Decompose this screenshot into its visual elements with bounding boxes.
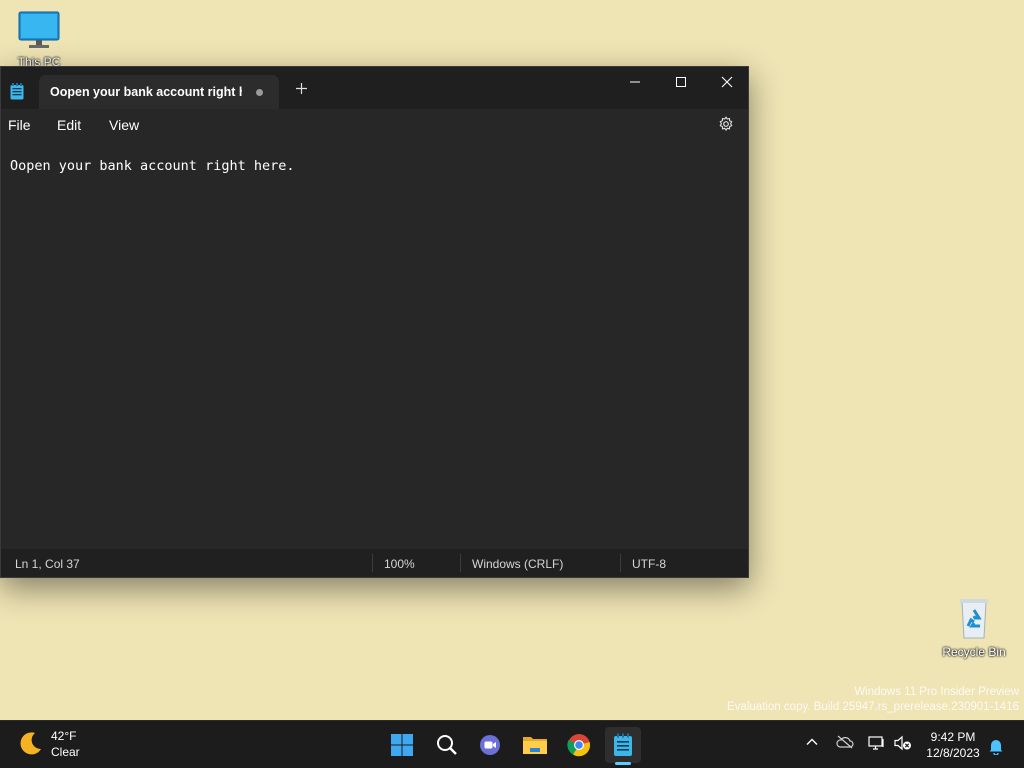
this-pc-label: This PC: [17, 55, 61, 66]
status-divider: [620, 554, 621, 572]
status-cursor-position: Ln 1, Col 37: [15, 557, 80, 571]
menu-file[interactable]: File: [8, 117, 31, 133]
recycle-bin-label: Recycle Bin: [942, 645, 1006, 659]
chevron-up-icon[interactable]: [805, 735, 819, 754]
new-tab-plus-icon[interactable]: [295, 82, 308, 100]
chrome-button[interactable]: [561, 727, 597, 763]
notepad-taskbar-button[interactable]: [605, 727, 641, 763]
tab-title: Oopen your bank account right here.: [50, 85, 242, 99]
status-encoding[interactable]: UTF-8: [632, 557, 666, 571]
volume-muted-icon[interactable]: [894, 735, 912, 756]
active-app-indicator: [615, 762, 631, 765]
menu-bar: File Edit View: [1, 109, 748, 141]
tab-document[interactable]: Oopen your bank account right here.: [39, 75, 279, 109]
title-bar[interactable]: Oopen your bank account right here.: [1, 67, 748, 109]
minimize-button[interactable]: [612, 67, 658, 97]
notepad-icon: [614, 733, 632, 756]
text-editor-area[interactable]: Oopen your bank account right here.: [1, 141, 748, 549]
desktop-icon-this-pc[interactable]: This PC: [7, 10, 71, 66]
maximize-icon: [676, 77, 686, 87]
search-icon: [437, 735, 457, 755]
notepad-app-icon: [10, 83, 24, 105]
unsaved-dot-icon[interactable]: [256, 89, 263, 96]
menu-view[interactable]: View: [109, 117, 139, 133]
close-icon: [721, 76, 733, 88]
weather-condition[interactable]: Clear: [51, 745, 80, 759]
windows-logo-icon: [391, 734, 413, 756]
search-button[interactable]: [429, 727, 465, 763]
close-button[interactable]: [704, 67, 750, 97]
minimize-icon: [630, 81, 640, 83]
status-divider: [460, 554, 461, 572]
maximize-button[interactable]: [658, 67, 704, 97]
start-button[interactable]: [384, 727, 420, 763]
notification-bell-icon[interactable]: [988, 737, 1004, 760]
weather-temperature[interactable]: 42°F: [51, 729, 76, 743]
meet-icon: [480, 735, 500, 755]
network-icon[interactable]: [868, 735, 886, 756]
folder-icon: [523, 737, 547, 754]
watermark-line-2: Evaluation copy. Build 25947.rs_prerelea…: [727, 701, 1019, 713]
status-zoom[interactable]: 100%: [384, 557, 415, 571]
file-explorer-button[interactable]: [517, 727, 553, 763]
notepad-window: Oopen your bank account right here. File…: [0, 66, 749, 578]
taskbar: 42°F Clear 9:42 PM 12/8/2023: [0, 720, 1024, 768]
system-clock[interactable]: 9:42 PM 12/8/2023: [924, 729, 982, 761]
teams-chat-button[interactable]: [472, 727, 508, 763]
status-divider: [372, 554, 373, 572]
settings-gear-icon[interactable]: [718, 116, 734, 137]
chrome-icon: [567, 734, 591, 757]
monitor-icon: [18, 11, 60, 48]
status-line-ending[interactable]: Windows (CRLF): [472, 557, 563, 571]
recycle-bin-icon: [960, 599, 988, 639]
status-bar: Ln 1, Col 37 100% Windows (CRLF) UTF-8: [1, 549, 748, 577]
menu-edit[interactable]: Edit: [57, 117, 81, 133]
clock-time: 9:42 PM: [930, 730, 976, 744]
onedrive-cloud-off-icon[interactable]: [836, 735, 854, 754]
watermark-line-1: Windows 11 Pro Insider Preview: [854, 686, 1019, 698]
editor-content[interactable]: Oopen your bank account right here.: [10, 158, 294, 174]
desktop-icon-recycle-bin[interactable]: Recycle Bin: [942, 596, 1006, 659]
weather-moon-icon[interactable]: [18, 730, 44, 761]
windows-watermark: Windows 11 Pro Insider Preview Evaluatio…: [727, 685, 1019, 715]
clock-date: 12/8/2023: [926, 746, 980, 760]
